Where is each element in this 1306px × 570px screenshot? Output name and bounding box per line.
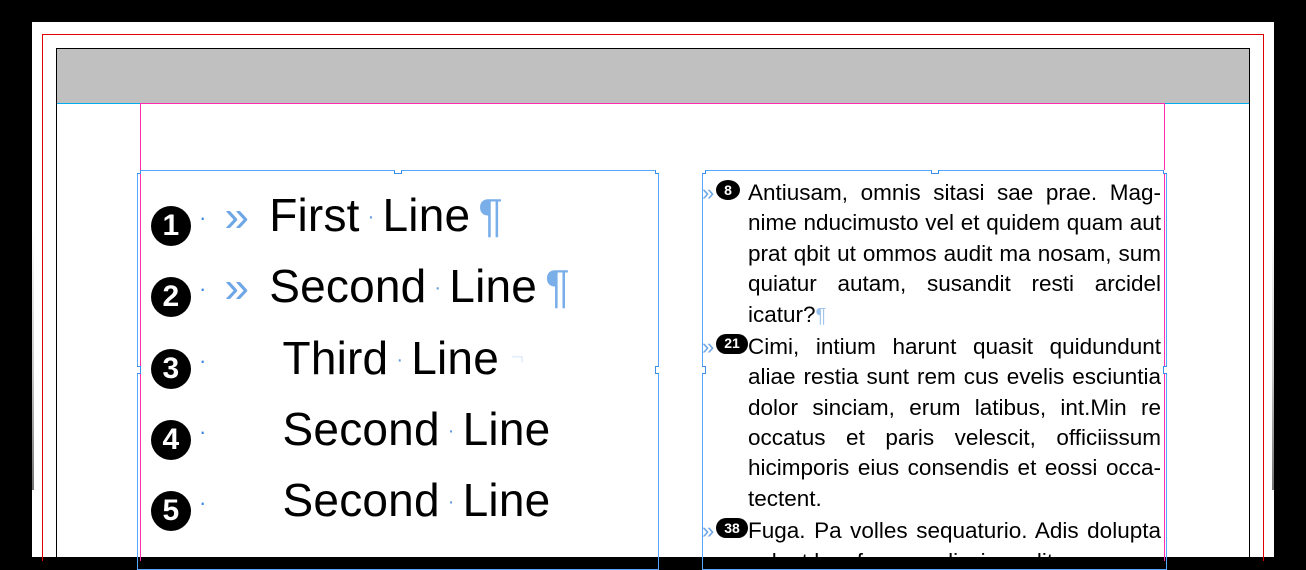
hidden-char-tab: » [702,516,714,546]
list-item-word: Line [411,323,499,394]
hidden-char-space: · [446,487,457,518]
hidden-char-tab: » [702,178,714,208]
list-item-word: Line [463,465,551,536]
page[interactable]: 1·»First·Line¶2·»Second·Line¶3·Third·Lin… [32,22,1274,557]
list-number-bullet: 5 [151,491,191,531]
canvas-shadow-left [0,230,34,490]
line-number-badge: 21 [716,334,748,354]
indesign-canvas[interactable]: 1·»First·Line¶2·»Second·Line¶3·Third·Lin… [0,0,1306,557]
hidden-char-tab: » [215,183,264,251]
list-number-bullet: 2 [151,277,191,317]
paragraph-text: Antiusam, omnis sitasi sae prae. Mag­nim… [748,180,1161,327]
hidden-char-space: · [446,416,457,447]
list-item-word: Line [383,180,471,251]
list-item-word: Second [283,465,440,536]
text-frame-right[interactable]: »8Antiusam, omnis sitasi sae prae. Mag­n… [702,170,1167,570]
hidden-char-dot: · [197,486,209,520]
hidden-char-dot: · [197,272,209,306]
list-item[interactable]: 1·»First·Line¶ [151,180,645,251]
list-number-bullet: 4 [151,420,191,460]
list-item-word: Third [283,323,389,394]
hidden-char-dot: · [197,201,209,235]
page-header-band [57,49,1249,103]
list-item-word: Line [449,251,537,322]
list-number-bullet: 1 [151,206,191,246]
list-item-word: Second [283,394,440,465]
canvas-shadow-right [1272,230,1306,490]
hidden-char-dot: · [197,344,209,378]
baseline-guide [57,103,1249,104]
list-number-bullet: 3 [151,349,191,389]
list-item-word: Line [463,394,551,465]
list-item[interactable]: 5·Second·Line [151,465,645,536]
hidden-char-pilcrow: ¶ [816,305,827,327]
paragraph[interactable]: »8 Antiusam, omnis sitasi sae prae. Mag­n… [702,178,1161,330]
hidden-char-tab: » [215,254,264,322]
hidden-char-space: · [432,273,443,304]
paragraph-text: Fuga. Pa volles sequaturio. Adis dolupta… [748,518,1161,570]
list-item[interactable]: 4·Second·Line [151,394,645,465]
list-item[interactable]: 2·»Second·Line¶ [151,251,645,322]
hidden-char-pilcrow: ¶ [543,251,570,322]
list-item[interactable]: 3·Third·Line¬ [151,323,645,394]
paragraph-text: Cimi, intium harunt quasit quidundunt al… [748,334,1161,511]
list-item-word: First [269,180,359,251]
hidden-char-tab: » [702,332,714,362]
hidden-char-space: · [366,202,377,233]
numbered-list[interactable]: 1·»First·Line¶2·»Second·Line¶3·Third·Lin… [137,170,659,536]
body-text[interactable]: »8Antiusam, omnis sitasi sae prae. Mag­n… [702,170,1167,570]
text-frame-left[interactable]: 1·»First·Line¶2·»Second·Line¶3·Third·Lin… [137,170,659,570]
line-number-badge: 8 [716,180,740,200]
hidden-char-dot: · [197,415,209,449]
paragraph[interactable]: »21Cimi, intium harunt quasit quidundunt… [702,332,1161,514]
list-item-word: Second [269,251,426,322]
paragraph[interactable]: »38Fuga. Pa volles sequaturio. Adis dolu… [702,516,1161,570]
hidden-char-soft-return: ¬ [505,340,524,374]
hidden-char-pilcrow: ¶ [476,180,503,251]
line-number-badge: 38 [716,518,748,538]
hidden-char-space: · [394,345,405,376]
